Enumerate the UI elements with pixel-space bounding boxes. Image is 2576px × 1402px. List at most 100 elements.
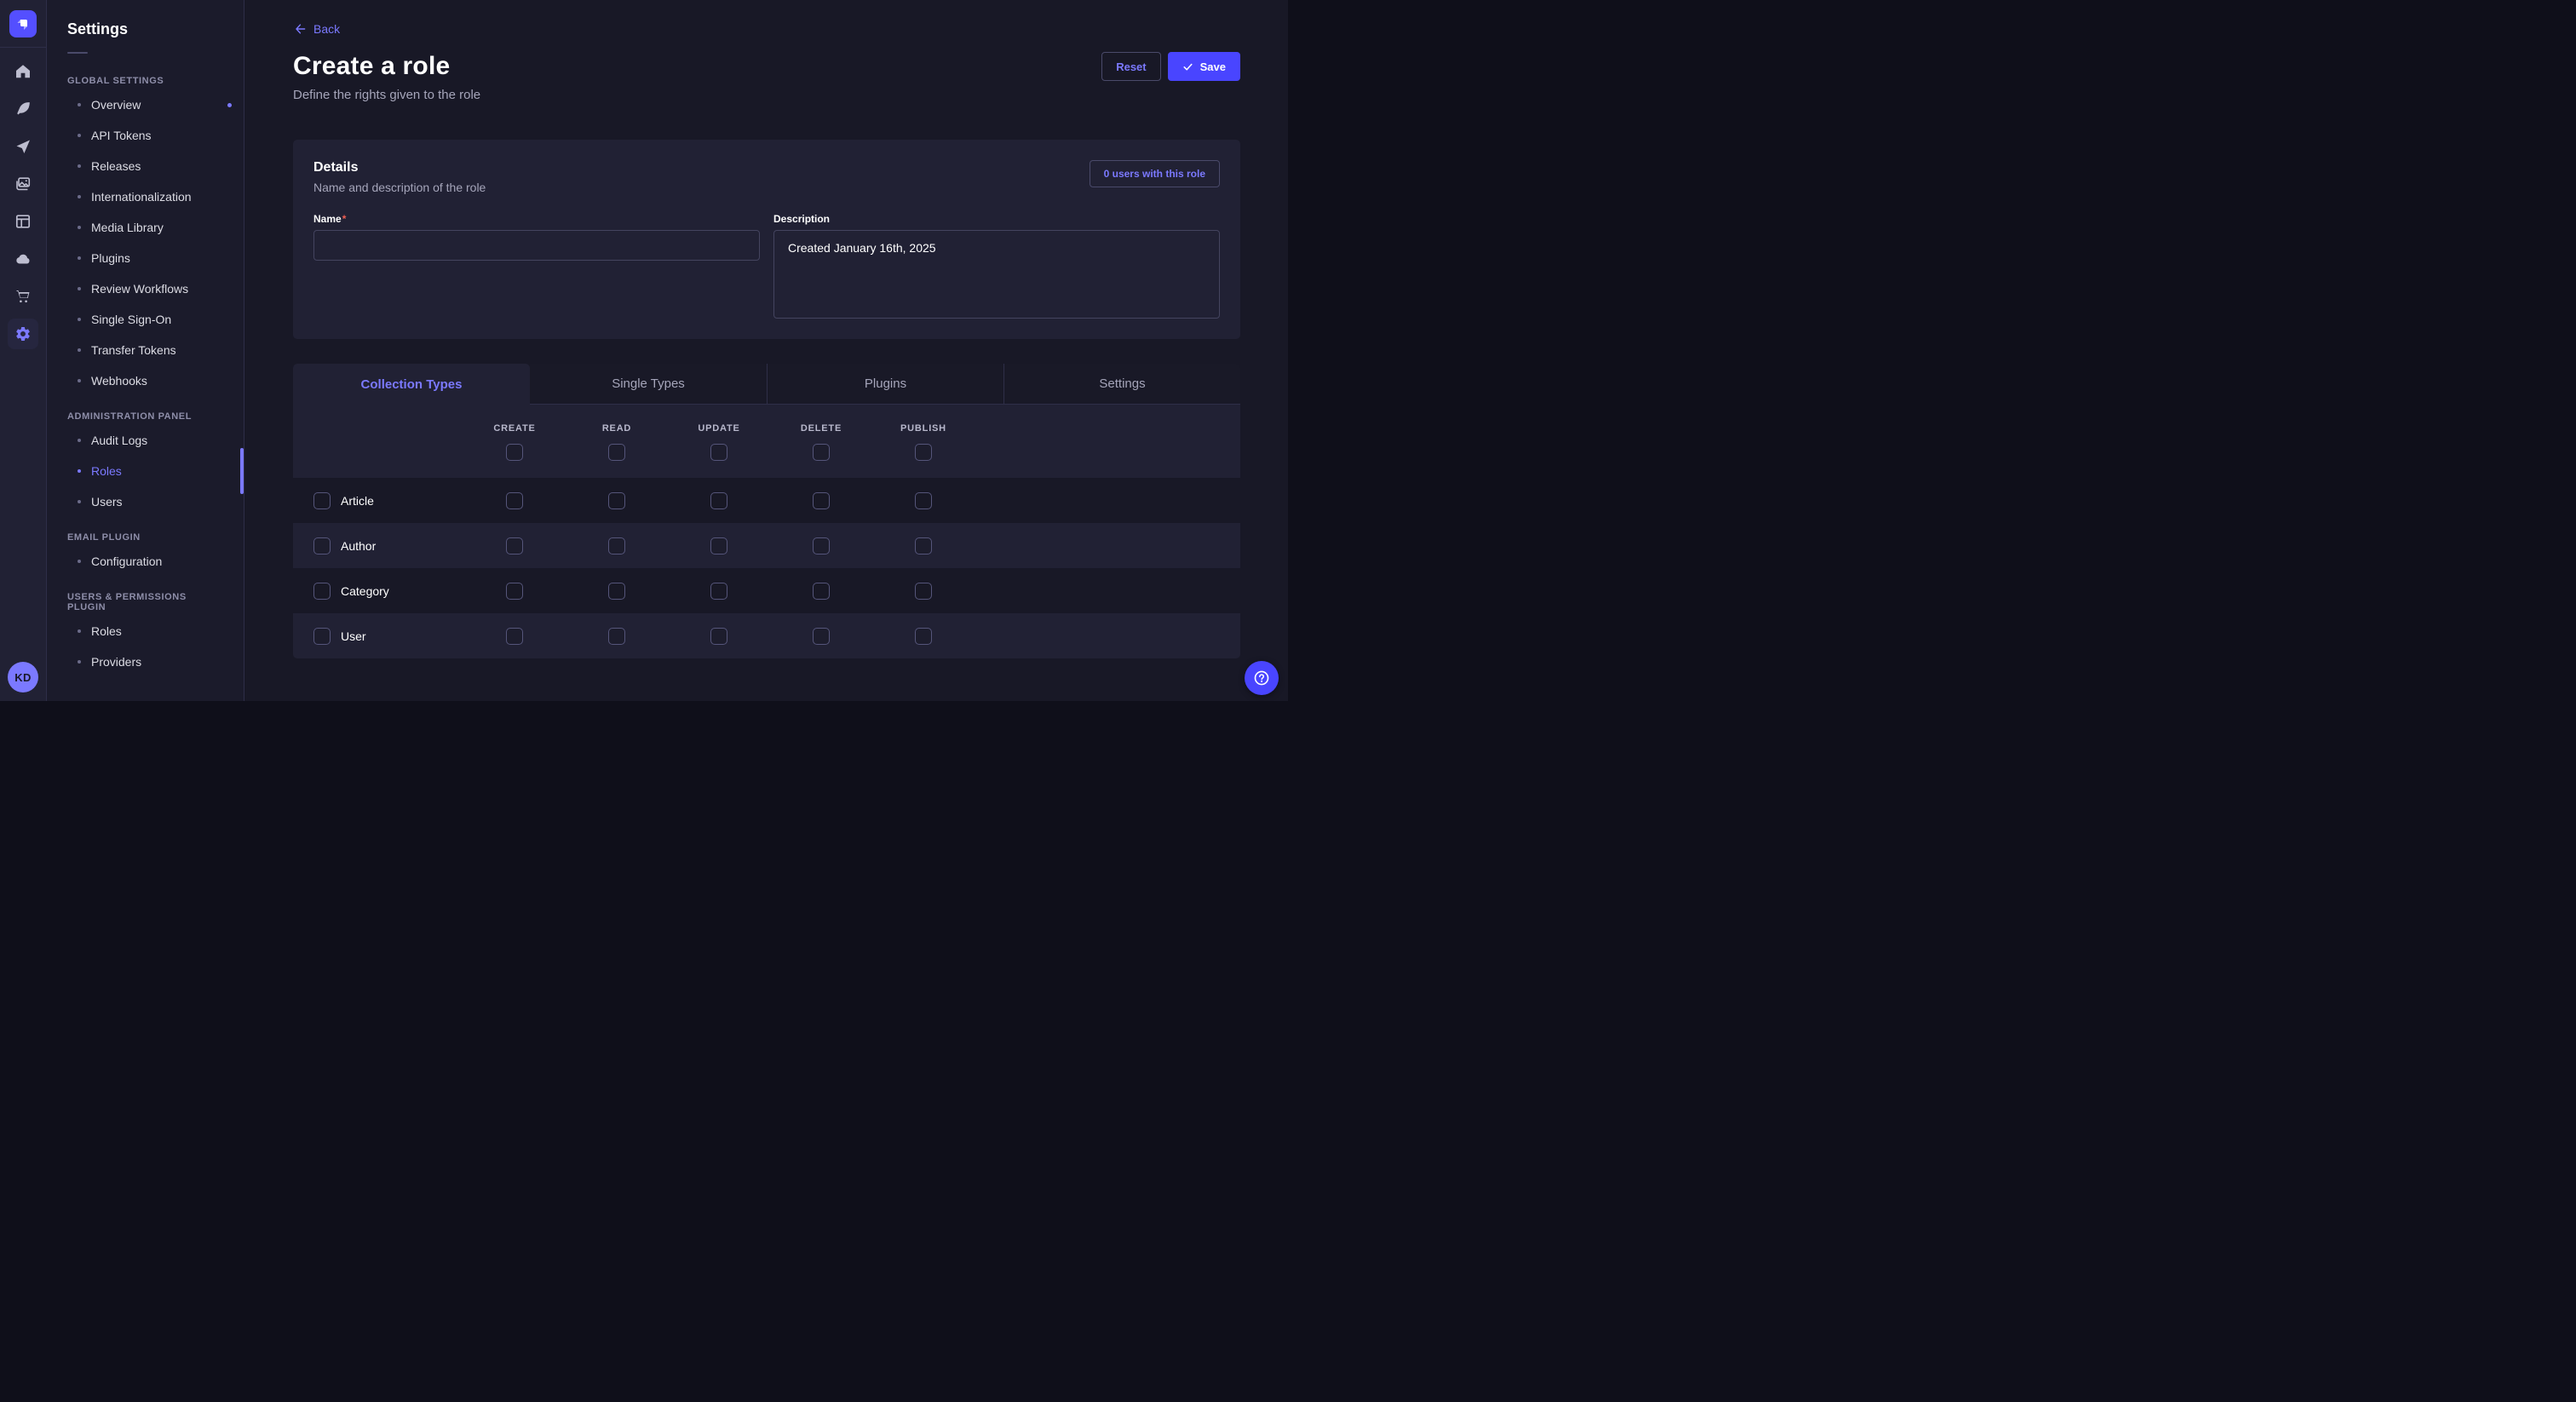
sidebar-item-roles-up[interactable]: Roles — [47, 616, 244, 646]
checkbox-category-read[interactable] — [608, 583, 625, 600]
sidebar-item-single-sign-on[interactable]: Single Sign-On — [47, 304, 244, 335]
column-delete: DELETE — [801, 423, 842, 434]
strapi-logo-icon — [14, 15, 32, 32]
save-button[interactable]: Save — [1168, 52, 1240, 81]
bullet-icon — [78, 469, 81, 473]
checkbox-select-all-publish[interactable] — [915, 444, 932, 461]
bullet-icon — [78, 134, 81, 137]
media-library-icon[interactable] — [8, 169, 38, 199]
checkbox-category-update[interactable] — [710, 583, 727, 600]
details-card: Details Name and description of the role… — [293, 140, 1240, 339]
sidebar-item-internationalization[interactable]: Internationalization — [47, 181, 244, 212]
checkbox-category-row[interactable] — [313, 583, 331, 600]
bullet-icon — [78, 660, 81, 664]
tab-collection-types[interactable]: Collection Types — [293, 364, 530, 405]
section-administration-panel: ADMINISTRATION PANEL — [47, 396, 244, 425]
tab-plugins[interactable]: Plugins — [767, 364, 1003, 405]
home-icon[interactable] — [8, 56, 38, 87]
checkbox-user-create[interactable] — [506, 628, 523, 645]
app-window: KD Settings GLOBAL SETTINGS Overview API… — [0, 0, 1288, 701]
details-title: Details — [313, 160, 486, 175]
sidebar-item-audit-logs[interactable]: Audit Logs — [47, 425, 244, 456]
checkbox-article-create[interactable] — [506, 492, 523, 509]
settings-gear-icon[interactable] — [8, 319, 38, 349]
bullet-icon — [78, 226, 81, 229]
checkbox-category-create[interactable] — [506, 583, 523, 600]
content-manager-layout-icon[interactable] — [8, 206, 38, 237]
sidebar-item-webhooks[interactable]: Webhooks — [47, 365, 244, 396]
checkbox-category-delete[interactable] — [813, 583, 830, 600]
section-global-settings: GLOBAL SETTINGS — [47, 60, 244, 89]
bullet-icon — [78, 560, 81, 563]
deploy-send-icon[interactable] — [8, 131, 38, 162]
help-button[interactable] — [1245, 661, 1279, 695]
tab-settings[interactable]: Settings — [1003, 364, 1240, 405]
bullet-icon — [78, 164, 81, 168]
sidebar-item-users[interactable]: Users — [47, 486, 244, 517]
page-subtitle: Define the rights given to the role — [293, 88, 1240, 102]
checkbox-author-delete[interactable] — [813, 537, 830, 554]
checkbox-select-all-read[interactable] — [608, 444, 625, 461]
users-with-role-button[interactable]: 0 users with this role — [1090, 160, 1220, 187]
permissions-tabs: Collection Types Single Types Plugins Se… — [293, 364, 1240, 405]
checkbox-author-update[interactable] — [710, 537, 727, 554]
marketplace-cart-icon[interactable] — [8, 281, 38, 312]
permissions-card: Collection Types Single Types Plugins Se… — [293, 364, 1240, 658]
checkbox-author-create[interactable] — [506, 537, 523, 554]
tab-single-types[interactable]: Single Types — [530, 364, 767, 405]
description-textarea[interactable]: Created January 16th, 2025 — [773, 230, 1220, 319]
bullet-icon — [78, 195, 81, 198]
content-builder-feather-icon[interactable] — [8, 94, 38, 124]
subnav-divider — [67, 52, 88, 54]
bullet-icon — [78, 103, 81, 106]
bullet-icon — [78, 318, 81, 321]
checkbox-user-publish[interactable] — [915, 628, 932, 645]
bullet-icon — [78, 500, 81, 503]
cloud-icon[interactable] — [8, 244, 38, 274]
table-row-user: User — [293, 613, 1240, 658]
sidebar-item-providers[interactable]: Providers — [47, 646, 244, 677]
checkbox-article-update[interactable] — [710, 492, 727, 509]
checkbox-user-delete[interactable] — [813, 628, 830, 645]
checkbox-article-row[interactable] — [313, 492, 331, 509]
sidebar-item-configuration[interactable]: Configuration — [47, 546, 244, 577]
checkbox-article-delete[interactable] — [813, 492, 830, 509]
avatar[interactable]: KD — [8, 662, 38, 692]
sidebar-item-plugins[interactable]: Plugins — [47, 243, 244, 273]
sidebar-item-roles-admin[interactable]: Roles — [47, 456, 244, 486]
section-email-plugin: EMAIL PLUGIN — [47, 517, 244, 546]
sidebar-item-overview[interactable]: Overview — [47, 89, 244, 120]
checkbox-user-row[interactable] — [313, 628, 331, 645]
sidebar-item-api-tokens[interactable]: API Tokens — [47, 120, 244, 151]
sidebar-item-transfer-tokens[interactable]: Transfer Tokens — [47, 335, 244, 365]
bullet-icon — [78, 439, 81, 442]
name-input[interactable] — [313, 230, 760, 261]
column-read: READ — [602, 423, 631, 434]
sidebar-item-releases[interactable]: Releases — [47, 151, 244, 181]
bullet-icon — [78, 348, 81, 352]
bullet-icon — [78, 256, 81, 260]
checkbox-article-read[interactable] — [608, 492, 625, 509]
checkbox-user-read[interactable] — [608, 628, 625, 645]
checkbox-user-update[interactable] — [710, 628, 727, 645]
checkbox-article-publish[interactable] — [915, 492, 932, 509]
subnav-title: Settings — [47, 20, 244, 38]
sidebar-item-media-library[interactable]: Media Library — [47, 212, 244, 243]
question-mark-icon — [1252, 669, 1271, 687]
checkbox-category-publish[interactable] — [915, 583, 932, 600]
back-link[interactable]: Back — [293, 22, 340, 36]
bullet-icon — [78, 287, 81, 290]
rail-divider — [0, 47, 47, 48]
checkbox-author-row[interactable] — [313, 537, 331, 554]
table-row-article: Article — [293, 478, 1240, 523]
check-icon — [1182, 61, 1193, 72]
checkbox-select-all-create[interactable] — [506, 444, 523, 461]
reset-button[interactable]: Reset — [1101, 52, 1160, 81]
checkbox-select-all-delete[interactable] — [813, 444, 830, 461]
checkbox-author-read[interactable] — [608, 537, 625, 554]
checkbox-select-all-update[interactable] — [710, 444, 727, 461]
name-label: Name* — [313, 213, 760, 225]
strapi-logo[interactable] — [9, 10, 37, 37]
sidebar-item-review-workflows[interactable]: Review Workflows — [47, 273, 244, 304]
checkbox-author-publish[interactable] — [915, 537, 932, 554]
